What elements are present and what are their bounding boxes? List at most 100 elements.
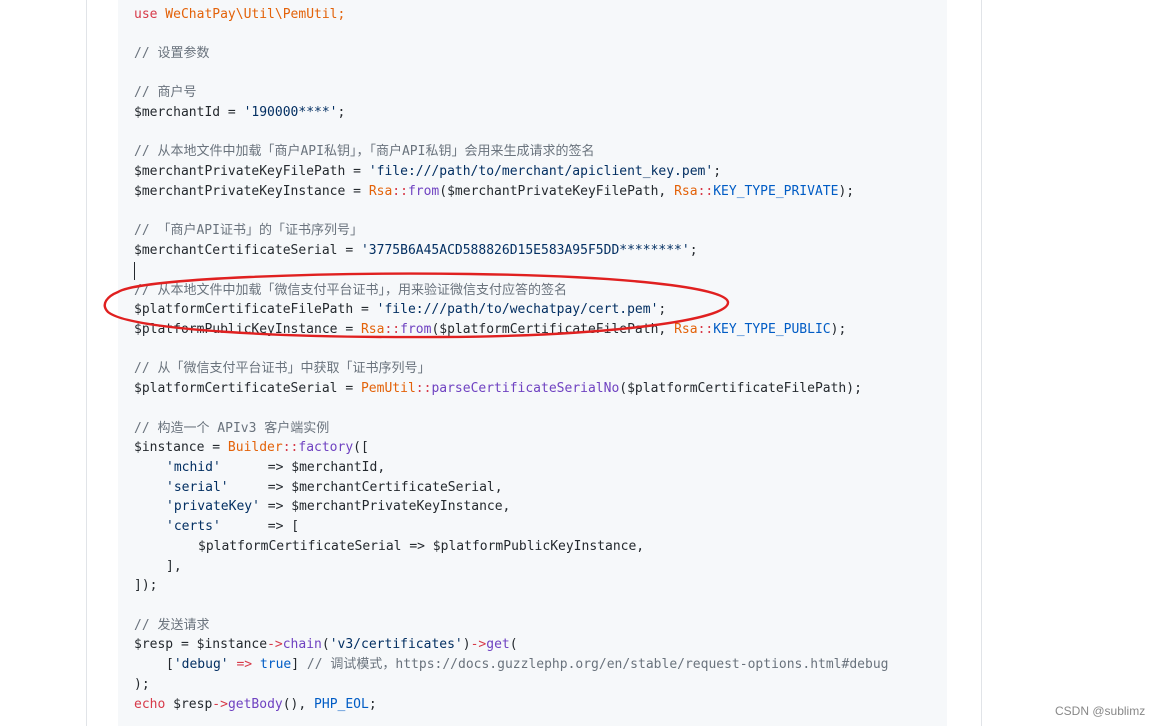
code-line-certs-entry: $platformCertificateSerial => $platformP… (198, 539, 645, 554)
code-operator: :: (384, 322, 401, 337)
code-comment-send-request: // 发送请求 (134, 618, 210, 633)
code-text: $platformCertificateFilePath = (134, 302, 377, 317)
code-line-private-key: 'privateKey' => $merchantPrivateKeyInsta… (166, 497, 510, 517)
code-constant: KEY_TYPE_PUBLIC (713, 322, 831, 337)
code-text: $instance = (134, 440, 228, 455)
code-operator: -> (470, 637, 487, 652)
code-text: => $merchantId, (220, 460, 386, 475)
code-text: => $merchantCertificateSerial, (228, 480, 503, 495)
code-line-certs-close: ], (166, 559, 182, 574)
code-constant: PHP_EOL (314, 697, 369, 712)
code-function: factory (298, 440, 354, 455)
code-comment-get-serial: // 从「微信支付平台证书」中获取「证书序列号」 (134, 361, 431, 376)
code-text: ) (462, 637, 471, 652)
code-string: 'certs' (166, 519, 221, 534)
code-line-mchid: 'mchid' => $merchantId, (166, 458, 385, 478)
code-text: ([ (353, 440, 369, 455)
code-text: ); (830, 322, 847, 337)
code-line-serial: 'serial' => $merchantCertificateSerial, (166, 478, 503, 498)
code-namespace: WeChatPay\Util\PemUtil; (157, 7, 346, 22)
code-line-certs: 'certs' => [ (166, 517, 299, 537)
code-text: ($platformCertificateFilePath); (619, 381, 862, 396)
code-comment-private-key: // 从本地文件中加载「商户API私钥」，「商户API私钥」会用来生成请求的签名 (134, 144, 595, 159)
code-string: 'file:///path/to/merchant/apiclient_key.… (368, 164, 714, 179)
code-operator: :: (282, 440, 299, 455)
code-function: from (400, 322, 432, 337)
code-text: $platformPublicKeyInstance = (134, 322, 361, 337)
code-text: $platformCertificateSerial = (134, 381, 361, 396)
code-text: $merchantId = (134, 105, 244, 120)
code-variable: $instance (196, 637, 268, 652)
code-class: PemUtil (360, 381, 416, 396)
code-class: Rsa (360, 322, 385, 337)
code-text: (), (282, 697, 315, 712)
code-string: 'debug' (173, 657, 229, 672)
code-operator: :: (392, 184, 408, 199)
code-comment-cert-serial: // 「商户API证书」的「证书序列号」 (134, 223, 363, 238)
code-operator: -> (267, 637, 283, 652)
code-comment: // 调试模式，https://docs.guzzlephp.org/en/st… (306, 657, 889, 672)
code-string: 'mchid' (166, 460, 221, 475)
code-text: ; (337, 105, 346, 120)
code-text: ( (321, 637, 330, 652)
code-text: $resp = (134, 637, 197, 652)
code-class: Builder (227, 440, 283, 455)
code-text: ($merchantPrivateKeyFilePath, (439, 184, 675, 199)
code-string: '190000****' (243, 105, 338, 120)
code-line-cert-serial: $merchantCertificateSerial = '3775B6A45A… (134, 241, 698, 261)
code-operator: -> (212, 697, 228, 712)
code-line-resp: $resp = $instance->chain('v3/certificate… (134, 635, 518, 655)
code-line-factory-close: ]); (134, 578, 158, 593)
code-line-platform-public-key: $platformPublicKeyInstance = Rsa::from($… (134, 320, 846, 340)
code-text: => $merchantPrivateKeyInstance, (259, 499, 511, 514)
code-string: 'privateKey' (166, 499, 260, 514)
code-function: from (407, 184, 440, 199)
code-function: chain (282, 637, 322, 652)
code-text: ; (689, 243, 698, 258)
code-operator: :: (697, 184, 714, 199)
code-line-debug-option: ['debug' => true] // 调试模式，https://docs.g… (166, 655, 888, 675)
csdn-watermark: CSDN @sublimz (1055, 704, 1146, 718)
code-text: ); (838, 184, 855, 199)
code-string: '3775B6A45ACD588826D15E583A95F5DD*******… (360, 243, 690, 258)
text-cursor (134, 262, 135, 280)
code-function: getBody (227, 697, 283, 712)
code-text: ; (658, 302, 667, 317)
code-line-call-close: ); (134, 677, 150, 692)
code-keyword: use (134, 7, 158, 22)
code-text: $resp (165, 697, 213, 712)
code-line-merchant-id: $merchantId = '190000****'; (134, 103, 345, 123)
code-function: get (486, 637, 510, 652)
code-function: parseCertificateSerialNo (431, 381, 620, 396)
code-text: $merchantPrivateKeyInstance = (134, 184, 369, 199)
code-text: ] (291, 657, 307, 672)
code-line-private-key-instance: $merchantPrivateKeyInstance = Rsa::from(… (134, 182, 854, 202)
code-text: ( (509, 637, 518, 652)
code-operator: :: (697, 322, 714, 337)
code-constant: true (259, 657, 292, 672)
code-line-platform-serial: $platformCertificateSerial = PemUtil::pa… (134, 379, 862, 399)
code-keyword: echo (134, 697, 166, 712)
code-comment-build-client: // 构造一个 APIv3 客户端实例 (134, 421, 330, 436)
code-text: ; (368, 697, 377, 712)
code-text: [ (166, 657, 174, 672)
code-text: ($platformCertificateFilePath, (431, 322, 675, 337)
code-line-private-key-path: $merchantPrivateKeyFilePath = 'file:///p… (134, 162, 721, 182)
code-text: => [ (220, 519, 300, 534)
code-constant: KEY_TYPE_PRIVATE (713, 184, 839, 199)
code-line-use-statement: use WeChatPay\Util\PemUtil; (134, 5, 345, 25)
code-class: Rsa (368, 184, 393, 199)
code-comment-set-params: // 设置参数 (134, 46, 210, 61)
code-string: 'serial' (166, 480, 229, 495)
code-operator: :: (415, 381, 432, 396)
code-text: ; (713, 164, 722, 179)
code-string: 'v3/certificates' (329, 637, 463, 652)
code-text: $merchantCertificateSerial = (134, 243, 361, 258)
code-text: => (228, 657, 260, 672)
code-line-instance: $instance = Builder::factory([ (134, 438, 369, 458)
code-class: Rsa (674, 322, 698, 337)
code-class: Rsa (674, 184, 698, 199)
code-comment-platform-cert: // 从本地文件中加载「微信支付平台证书」，用来验证微信支付应答的签名 (134, 283, 567, 298)
code-line-echo: echo $resp->getBody(), PHP_EOL; (134, 695, 377, 715)
code-text: $merchantPrivateKeyFilePath = (134, 164, 369, 179)
